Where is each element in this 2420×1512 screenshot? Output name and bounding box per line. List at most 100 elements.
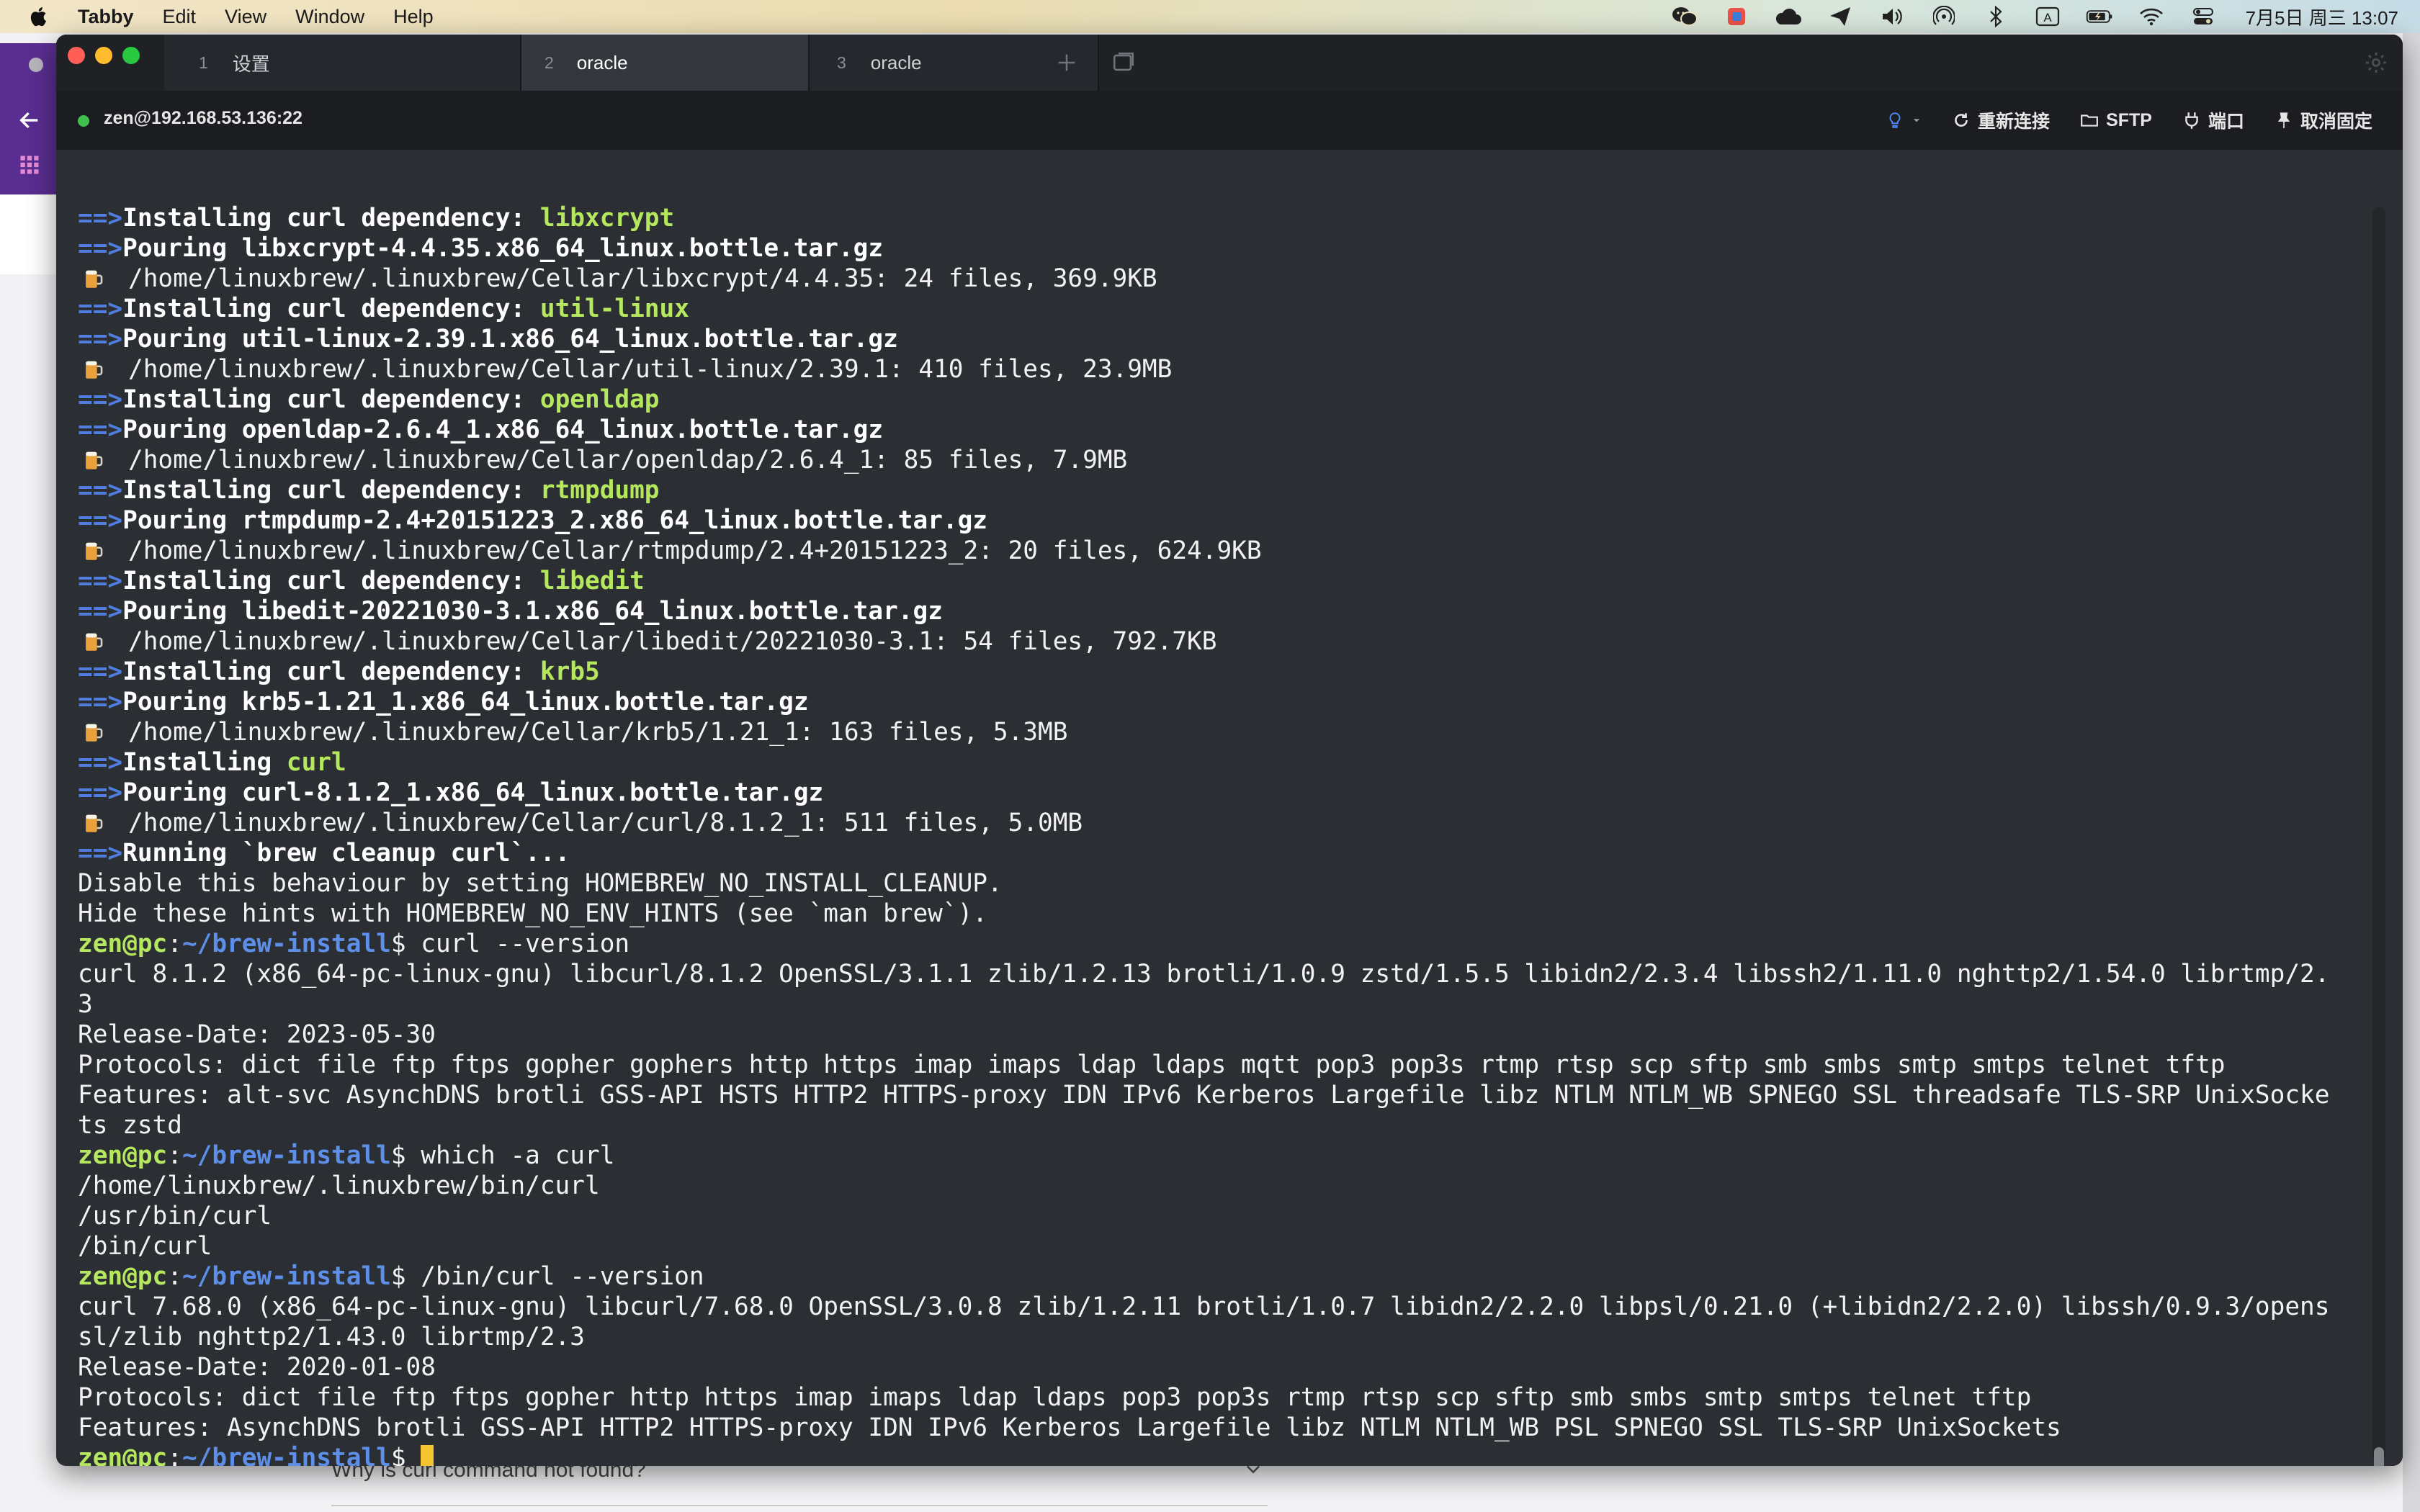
brew-arrow: ==> [78, 506, 123, 535]
cloud-icon[interactable] [1775, 6, 1802, 27]
new-tab-plus-icon[interactable] [1054, 50, 1079, 75]
wechat-icon[interactable] [1671, 6, 1698, 27]
unpin-label: 取消固定 [2300, 112, 2372, 132]
terminal-line: zen@pc: ~/brew-install $ [78, 1443, 2360, 1466]
menu-window[interactable]: Window [295, 6, 364, 28]
menu-view[interactable]: View [225, 6, 266, 28]
prompt-user: zen@pc [78, 1262, 168, 1291]
menu-app-name[interactable]: Tabby [78, 6, 134, 28]
terminal-line: ==> Installing curl dependency: libxcryp… [78, 203, 2360, 233]
brew-arrow: ==> [78, 597, 123, 626]
cellar-path-text: /home/linuxbrew/.linuxbrew/Cellar/openld… [128, 446, 1128, 474]
terminal-line: 3 [78, 989, 2360, 1020]
brew-step-text: Pouring rtmpdump-2.4+20151223_2.x86_64_l… [122, 506, 988, 535]
brew-step-text: Installing curl dependency: [122, 204, 540, 233]
prompt-separator: : [167, 930, 182, 958]
terminal-line: Protocols: dict file ftp ftps gopher gop… [78, 1050, 2360, 1080]
background-right-edge [2403, 33, 2420, 1512]
terminal-scrollbar-thumb[interactable] [2374, 1447, 2384, 1466]
menu-edit[interactable]: Edit [163, 6, 197, 28]
terminal-line: zen@pc: ~/brew-install $ which -a curl [78, 1140, 2360, 1171]
beer-mug-icon [81, 357, 105, 382]
brew-arrow: ==> [78, 415, 123, 444]
chevron-down-icon [1913, 119, 1920, 122]
output-text: /bin/curl [78, 1232, 212, 1261]
brew-step-text: Installing [122, 748, 287, 777]
terminal-line: /home/linuxbrew/.linuxbrew/Cellar/rtmpdu… [78, 536, 2360, 566]
apps-grid-icon[interactable] [19, 154, 40, 176]
brew-arrow: ==> [78, 476, 123, 505]
back-arrow-icon[interactable] [17, 108, 42, 132]
window-minimize-button[interactable] [95, 47, 112, 64]
hint-bulb-button[interactable] [1886, 111, 1922, 130]
macos-menu-bar: Tabby Edit View Window Help A 7月5日 周三 13… [0, 0, 2420, 33]
terminal-line: ==> Pouring libedit-20221030-3.1.x86_64_… [78, 596, 2360, 626]
reconnect-label: 重新连接 [1978, 112, 2051, 132]
terminal-area[interactable]: ==> Installing curl dependency: libxcryp… [56, 150, 2403, 1466]
terminal-line: /home/linuxbrew/.linuxbrew/bin/curl [78, 1171, 2360, 1201]
prompt-command: $ which -a curl [390, 1141, 615, 1170]
control-center-icon[interactable] [2190, 6, 2217, 27]
send-icon[interactable] [1827, 6, 1854, 27]
terminal-line: ==> Running `brew cleanup curl`... [78, 838, 2360, 868]
tab-bar: 1 设置 2 oracle 3 oracle [56, 35, 2403, 91]
brew-arrow: ==> [78, 748, 123, 777]
tabby-window: 1 设置 2 oracle 3 oracle zen@192.168.53.13… [56, 35, 2403, 1466]
split-view-icon[interactable] [1111, 50, 1137, 75]
battery-icon[interactable] [2086, 6, 2113, 27]
airdrop-icon[interactable] [1930, 6, 1958, 27]
tab-label: oracle [576, 51, 628, 73]
pin-icon [2277, 112, 2290, 128]
prompt-path: ~/brew-install [182, 930, 391, 958]
prompt-user: zen@pc [78, 1141, 168, 1170]
reconnect-button[interactable]: 重新连接 [1952, 107, 2050, 133]
terminal-line: curl 8.1.2 (x86_64-pc-linux-gnu) libcurl… [78, 959, 2360, 989]
brew-arrow: ==> [78, 325, 123, 354]
brew-step-text: Pouring libedit-20221030-3.1.x86_64_linu… [122, 597, 943, 626]
brew-step-text: Installing curl dependency: [122, 567, 540, 595]
sftp-label: SFTP [2106, 109, 2152, 130]
brew-arrow: ==> [78, 234, 123, 263]
bluetooth-icon[interactable] [1982, 6, 2009, 27]
cellar-path-text: /home/linuxbrew/.linuxbrew/Cellar/libedi… [128, 627, 1217, 656]
prompt-user: zen@pc [78, 1444, 168, 1466]
cellar-path-text: /home/linuxbrew/.linuxbrew/Cellar/krb5/1… [128, 718, 1068, 747]
wifi-icon[interactable] [2138, 6, 2165, 27]
tab-oracle-active[interactable]: 2 oracle [521, 35, 810, 91]
terminal-cursor [420, 1445, 434, 1466]
window-close-button[interactable] [68, 47, 85, 64]
window-maximize-button[interactable] [122, 47, 140, 64]
terminal-scrollbar-track[interactable] [2372, 207, 2385, 1460]
terminal-line: ==> Pouring curl-8.1.2_1.x86_64_linux.bo… [78, 778, 2360, 808]
tab-settings[interactable]: 1 设置 [164, 35, 521, 91]
input-method-icon[interactable]: A [2034, 6, 2061, 27]
prompt-command: $ [390, 1444, 406, 1466]
cellar-path-text: /home/linuxbrew/.linuxbrew/Cellar/util-l… [128, 355, 1173, 384]
plug-icon [2185, 112, 2198, 129]
terminal-line: /home/linuxbrew/.linuxbrew/Cellar/krb5/1… [78, 717, 2360, 747]
lightbulb-icon [1889, 112, 1901, 128]
sftp-button[interactable]: SFTP [2080, 110, 2152, 131]
terminal-line: Hide these hints with HOMEBREW_NO_ENV_HI… [78, 899, 2360, 929]
menu-help[interactable]: Help [393, 6, 434, 28]
terminal-line: zen@pc: ~/brew-install $ /bin/curl --versi… [78, 1261, 2360, 1292]
unpin-button[interactable]: 取消固定 [2275, 107, 2372, 133]
prompt-separator: : [167, 1444, 182, 1466]
output-text: curl 8.1.2 (x86_64-pc-linux-gnu) libcurl… [78, 960, 2330, 989]
volume-icon[interactable] [1878, 6, 1906, 27]
apple-icon[interactable] [29, 4, 50, 29]
terminal-line: Features: alt-svc AsynchDNS brotli GSS-A… [78, 1080, 2360, 1110]
cellar-path-text: /home/linuxbrew/.linuxbrew/Cellar/curl/8… [128, 809, 1083, 837]
brew-arrow: ==> [78, 567, 123, 595]
gear-icon[interactable] [2364, 50, 2388, 75]
tab-label: oracle [870, 51, 922, 73]
terminal-line: curl 7.68.0 (x86_64-pc-linux-gnu) libcur… [78, 1292, 2360, 1322]
terminal-line: /home/linuxbrew/.linuxbrew/Cellar/util-l… [78, 354, 2360, 384]
terminal-line: /home/linuxbrew/.linuxbrew/Cellar/libxcr… [78, 264, 2360, 294]
menu-bar-clock[interactable]: 7月5日 周三 13:07 [2246, 4, 2398, 30]
ports-button[interactable]: 端口 [2182, 107, 2244, 133]
cellar-path-text: /home/linuxbrew/.linuxbrew/Cellar/rtmpdu… [128, 536, 1262, 565]
beer-mug-icon [81, 448, 105, 472]
app-icon[interactable] [1723, 6, 1750, 27]
brew-step-text: Installing curl dependency: [122, 385, 540, 414]
